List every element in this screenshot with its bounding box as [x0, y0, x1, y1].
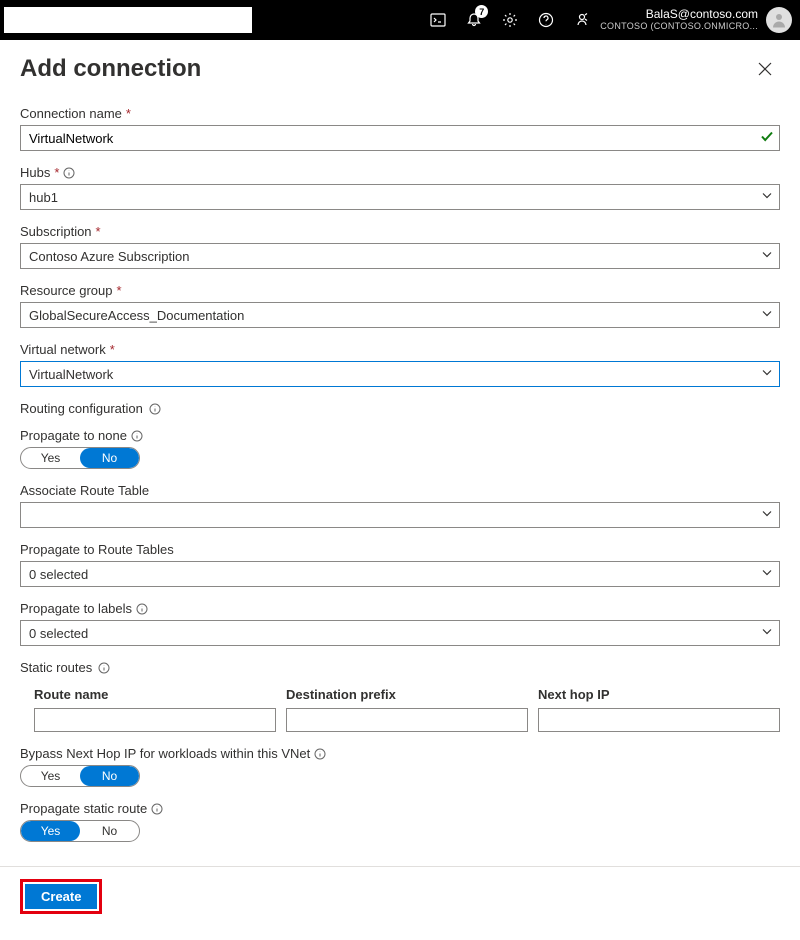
propagate-static-route-toggle[interactable]: Yes No	[20, 820, 140, 842]
destination-prefix-input[interactable]	[286, 708, 528, 732]
info-icon[interactable]	[151, 803, 163, 815]
bypass-next-hop-toggle[interactable]: Yes No	[20, 765, 140, 787]
check-icon	[760, 130, 774, 147]
top-header: 7 BalaS@contoso.com CONTOSO (CONTOSO.ONM…	[0, 0, 800, 40]
hubs-label: Hubs	[20, 165, 50, 180]
propagate-labels-label: Propagate to labels	[20, 601, 132, 616]
settings-gear-icon[interactable]	[492, 0, 528, 40]
info-icon[interactable]	[136, 603, 148, 615]
virtual-network-select[interactable]: VirtualNetwork	[20, 361, 780, 387]
user-account[interactable]: BalaS@contoso.com CONTOSO (CONTOSO.ONMIC…	[600, 7, 792, 33]
create-highlight: Create	[20, 879, 102, 914]
info-icon[interactable]	[63, 167, 75, 179]
route-name-input[interactable]	[34, 708, 276, 732]
chevron-down-icon	[761, 367, 773, 382]
chevron-down-icon	[761, 308, 773, 323]
search-input[interactable]	[4, 7, 252, 33]
subscription-label: Subscription	[20, 224, 92, 239]
chevron-down-icon	[761, 567, 773, 582]
next-hop-ip-input[interactable]	[538, 708, 780, 732]
static-routes-table: Route name Destination prefix Next hop I…	[20, 687, 780, 732]
chevron-down-icon	[761, 190, 773, 205]
col-destination-prefix: Destination prefix	[286, 687, 528, 702]
close-button[interactable]	[750, 54, 780, 84]
chevron-down-icon	[761, 249, 773, 264]
info-icon[interactable]	[98, 662, 110, 674]
connection-name-label: Connection name	[20, 106, 122, 121]
resource-group-select[interactable]: GlobalSecureAccess_Documentation	[20, 302, 780, 328]
required-asterisk: *	[126, 106, 131, 121]
associate-route-table-select[interactable]	[20, 502, 780, 528]
chevron-down-icon	[761, 508, 773, 523]
create-button[interactable]: Create	[25, 884, 97, 909]
page-title: Add connection	[20, 55, 201, 83]
col-next-hop-ip: Next hop IP	[538, 687, 780, 702]
help-icon[interactable]	[528, 0, 564, 40]
notification-badge: 7	[475, 5, 488, 18]
avatar	[766, 7, 792, 33]
toggle-no[interactable]: No	[80, 448, 139, 468]
connection-name-input[interactable]	[20, 125, 780, 151]
toggle-yes[interactable]: Yes	[21, 448, 80, 468]
toggle-yes[interactable]: Yes	[21, 821, 80, 841]
user-email: BalaS@contoso.com	[600, 8, 758, 21]
propagate-static-route-label: Propagate static route	[20, 801, 147, 816]
info-icon[interactable]	[149, 403, 161, 415]
info-icon[interactable]	[131, 430, 143, 442]
chevron-down-icon	[761, 626, 773, 641]
bypass-next-hop-label: Bypass Next Hop IP for workloads within …	[20, 746, 310, 761]
routing-config-label: Routing configuration	[20, 401, 143, 416]
toggle-no[interactable]: No	[80, 821, 139, 841]
virtual-network-label: Virtual network	[20, 342, 106, 357]
associate-route-table-label: Associate Route Table	[20, 483, 149, 498]
propagate-route-tables-label: Propagate to Route Tables	[20, 542, 174, 557]
user-directory: CONTOSO (CONTOSO.ONMICRO...	[600, 22, 758, 32]
header-icons: 7 BalaS@contoso.com CONTOSO (CONTOSO.ONM…	[420, 0, 792, 40]
propagate-none-toggle[interactable]: Yes No	[20, 447, 140, 469]
hubs-select[interactable]: hub1	[20, 184, 780, 210]
propagate-route-tables-select[interactable]: 0 selected	[20, 561, 780, 587]
col-route-name: Route name	[34, 687, 276, 702]
add-connection-panel: Add connection Connection name * Hubs * …	[0, 40, 800, 842]
table-row	[20, 708, 780, 732]
panel-footer: Create	[0, 866, 800, 932]
info-icon[interactable]	[314, 748, 326, 760]
propagate-none-label: Propagate to none	[20, 428, 127, 443]
static-routes-label: Static routes	[20, 660, 92, 675]
toggle-yes[interactable]: Yes	[21, 766, 80, 786]
cloud-shell-icon[interactable]	[420, 0, 456, 40]
notifications-icon[interactable]: 7	[456, 0, 492, 40]
toggle-no[interactable]: No	[80, 766, 139, 786]
subscription-select[interactable]: Contoso Azure Subscription	[20, 243, 780, 269]
propagate-labels-select[interactable]: 0 selected	[20, 620, 780, 646]
feedback-icon[interactable]	[564, 0, 600, 40]
resource-group-label: Resource group	[20, 283, 113, 298]
